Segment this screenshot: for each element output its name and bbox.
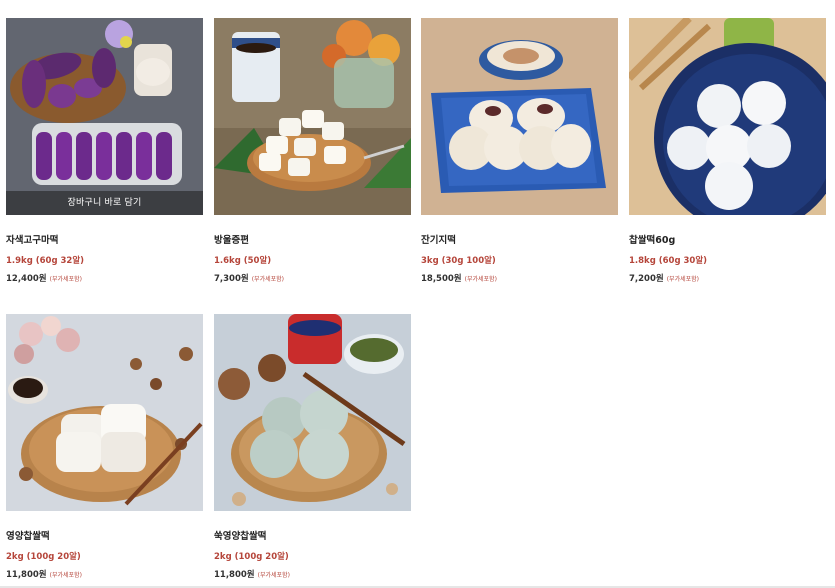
product-image-janggiji-cake[interactable] — [421, 18, 618, 215]
product-card[interactable]: 잔기지떡 3kg (30g 100알) 18,500원 (부가세포함) — [421, 18, 618, 284]
product-grid: 장바구니 바로 담기 자색고구마떡 1.9kg (60g 32알) 12,400… — [0, 0, 835, 588]
product-option: 1.9kg (60g 32알) — [6, 256, 85, 266]
price-row: 18,500원 (부가세포함) — [421, 272, 618, 284]
price-row: 7,300원 (부가세포함) — [214, 272, 411, 284]
product-image-nutrition-cake[interactable] — [6, 314, 203, 511]
product-price: 7,300원 — [214, 274, 249, 284]
vat-note: (부가세포함) — [257, 572, 290, 579]
product-name[interactable]: 쑥영양찹쌀떡 — [214, 528, 411, 542]
vat-note: (부가세포함) — [49, 276, 82, 283]
product-image-mugwort-nutrition-cake[interactable] — [214, 314, 411, 511]
product-card[interactable]: 영양찹쌀떡 2kg (100g 20알) 11,800원 (부가세포함) — [6, 314, 203, 580]
vat-note: (부가세포함) — [251, 276, 285, 283]
vat-note: (부가세포함) — [666, 276, 700, 283]
price-row: 11,800원 (부가세포함) — [214, 568, 411, 580]
product-card[interactable]: 방울증편 1.6kg (50알) 7,300원 (부가세포함) — [214, 18, 411, 284]
product-price: 18,500원 — [421, 274, 462, 284]
vat-note: (부가세포함) — [49, 572, 82, 579]
product-price: 12,400원 — [6, 274, 47, 284]
price-row: 12,400원 (부가세포함) — [6, 272, 203, 284]
product-image-steamed-rice-cake[interactable] — [214, 18, 411, 215]
product-price: 11,800원 — [6, 570, 47, 580]
product-option: 1.6kg (50알) — [214, 256, 272, 266]
price-row: 7,200원 (부가세포함) — [629, 272, 826, 284]
price-row: 11,800원 (부가세포함) — [6, 568, 203, 580]
product-name[interactable]: 찹쌀떡60g — [629, 232, 826, 246]
product-name[interactable]: 잔기지떡 — [421, 232, 618, 246]
product-card[interactable]: 쑥영양찹쌀떡 2kg (100g 20알) 11,800원 (부가세포함) — [214, 314, 411, 580]
product-image-purple-sweet-potato-cake[interactable]: 장바구니 바로 담기 — [6, 18, 203, 215]
add-to-cart-overlay[interactable]: 장바구니 바로 담기 — [6, 191, 203, 215]
product-option: 1.8kg (60g 30알) — [629, 256, 708, 266]
product-name[interactable]: 영양찹쌀떡 — [6, 528, 203, 542]
product-option: 3kg (30g 100알) — [421, 256, 496, 266]
product-option: 2kg (100g 20알) — [214, 552, 289, 562]
vat-note: (부가세포함) — [464, 276, 497, 283]
product-card[interactable]: 장바구니 바로 담기 자색고구마떡 1.9kg (60g 32알) 12,400… — [6, 18, 203, 284]
product-name[interactable]: 자색고구마떡 — [6, 232, 203, 246]
product-card[interactable]: 찹쌀떡60g 1.8kg (60g 30알) 7,200원 (부가세포함) — [629, 18, 826, 284]
product-price: 7,200원 — [629, 274, 664, 284]
product-price: 11,800원 — [214, 570, 255, 580]
product-option: 2kg (100g 20알) — [6, 552, 81, 562]
product-image-chapssal-cake[interactable] — [629, 18, 826, 215]
product-name[interactable]: 방울증편 — [214, 232, 411, 246]
